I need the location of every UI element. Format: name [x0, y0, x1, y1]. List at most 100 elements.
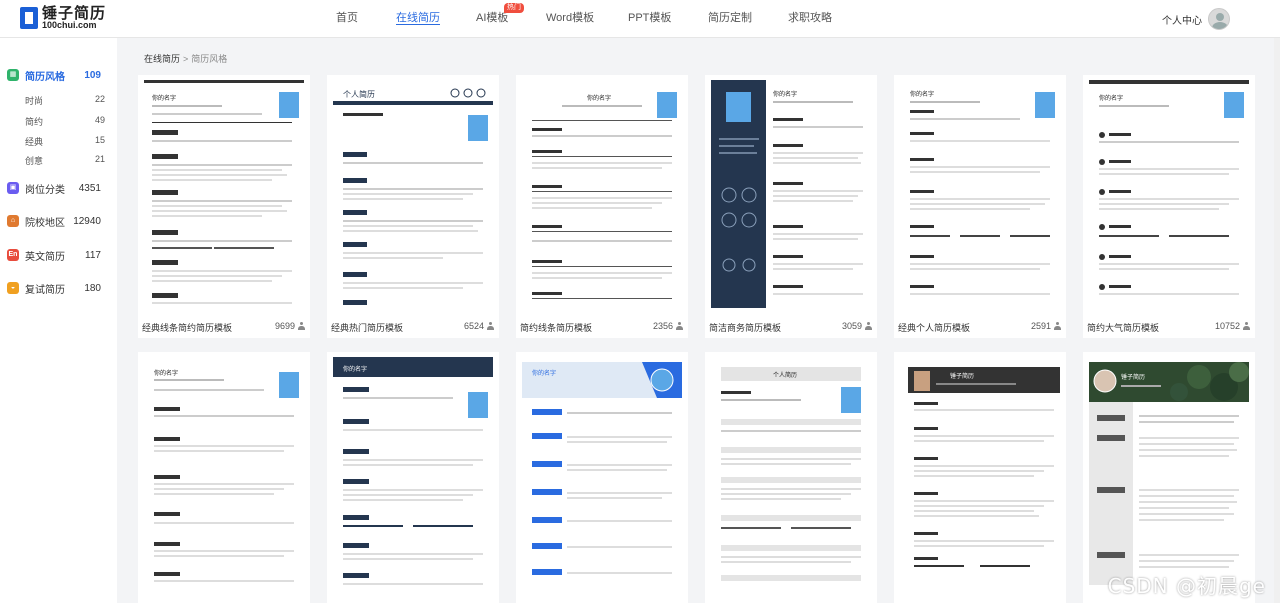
nav-job-tips[interactable]: 求职攻略 — [788, 0, 858, 38]
hot-badge: 热门 — [504, 3, 524, 13]
watermark-text: CSDN @初晨ge — [1107, 574, 1266, 598]
subcategory-creative[interactable]: 创意 21 — [25, 154, 105, 167]
template-card[interactable]: 锤子简历 — [1083, 352, 1255, 603]
thumb-name: 你的名字 — [587, 94, 611, 102]
category-count: 180 — [84, 282, 101, 294]
user-center-label: 个人中心 — [1162, 15, 1202, 27]
use-count: 6524 — [464, 321, 494, 331]
breadcrumb: 在线简历 > 简历风格 — [144, 52, 227, 65]
template-card[interactable]: 锤子简历 — [894, 352, 1066, 603]
template-thumbnail[interactable]: 你的名字 — [144, 357, 304, 585]
category-job[interactable]: ▣ 岗位分类 4351 — [0, 178, 117, 198]
template-thumbnail[interactable]: 锤子简历 — [900, 357, 1060, 585]
logo-domain: 100chui.com — [42, 20, 97, 30]
template-title[interactable]: 经典线条简约简历模板 — [142, 321, 232, 334]
user-center[interactable]: 个人中心 — [1162, 8, 1230, 30]
template-thumbnail[interactable]: 你的名字 — [333, 357, 493, 585]
use-count: 10752 — [1215, 321, 1250, 331]
logo-name: 锤子简历 — [42, 5, 107, 22]
template-card[interactable]: 个人简历 — [705, 352, 877, 603]
template-thumbnail[interactable]: 你的名字 — [144, 80, 304, 308]
template-thumbnail[interactable]: 个人简历 — [333, 80, 493, 308]
category-count: 12940 — [73, 215, 101, 227]
category-interview[interactable]: ◒ 复试简历 180 — [0, 278, 117, 298]
template-title[interactable]: 简约线条简历模板 — [520, 321, 592, 334]
thumb-name: 锤子简历 — [1121, 373, 1145, 381]
thumb-name: 个人简历 — [343, 89, 375, 99]
category-label: 复试简历 — [25, 284, 65, 296]
template-title[interactable]: 经典热门简历模板 — [331, 321, 403, 334]
template-card[interactable]: 你的名字 — [327, 352, 499, 603]
template-card[interactable]: 个人简历 经典热门简历模板 6524 — [327, 75, 499, 338]
thumb-name: 你的名字 — [154, 369, 178, 377]
template-title[interactable]: 简洁商务简历模板 — [709, 321, 781, 334]
person-icon — [1243, 322, 1250, 330]
breadcrumb-current: 简历风格 — [191, 54, 228, 64]
category-label: 简历风格 — [25, 71, 65, 83]
briefcase-icon: ▣ — [7, 182, 19, 194]
category-count: 4351 — [78, 182, 101, 194]
template-thumbnail[interactable]: 你的名字 — [522, 80, 682, 308]
person-icon — [298, 322, 305, 330]
nav-custom-resume[interactable]: 简历定制 — [708, 0, 788, 38]
avatar[interactable] — [1208, 8, 1230, 30]
subcategory-fashion[interactable]: 时尚 22 — [25, 94, 105, 107]
thumb-name: 你的名字 — [773, 90, 797, 98]
top-header: 锤子简历 100chui.com 首页 在线简历 AI模板 热门 Word模板 P… — [0, 0, 1280, 38]
thumb-name: 你的名字 — [910, 90, 934, 98]
scrollbar[interactable] — [1274, 38, 1280, 603]
breadcrumb-separator: > — [183, 54, 189, 64]
category-label: 院校地区 — [25, 217, 65, 229]
thumb-name: 你的名字 — [343, 365, 367, 373]
grid-icon: ▦ — [7, 69, 19, 81]
nav-online-resume[interactable]: 在线简历 — [396, 0, 476, 38]
category-label: 岗位分类 — [25, 184, 65, 196]
template-card[interactable]: 你的名字 简洁商务简历模板 3059 — [705, 75, 877, 338]
nav-ai-templates[interactable]: AI模板 热门 — [476, 0, 546, 38]
thumb-name: 锤子简历 — [950, 372, 974, 380]
template-thumbnail[interactable]: 你的名字 — [1089, 80, 1249, 308]
thumb-name: 你的名字 — [532, 369, 556, 377]
person-icon — [865, 322, 872, 330]
subcategory-simple[interactable]: 简约 49 — [25, 115, 105, 128]
thumb-name: 你的名字 — [1099, 94, 1123, 102]
template-title[interactable]: 经典个人简历模板 — [898, 321, 970, 334]
en-icon: En — [7, 249, 19, 261]
use-count: 2591 — [1031, 321, 1061, 331]
template-title[interactable]: 简约大气简历模板 — [1087, 321, 1159, 334]
logo-icon — [20, 7, 38, 29]
thumb-name: 个人简历 — [773, 371, 797, 379]
school-icon: ⌂ — [7, 215, 19, 227]
breadcrumb-root[interactable]: 在线简历 — [144, 54, 180, 64]
template-card[interactable]: 你的名字 简约大气简历模板 10752 — [1083, 75, 1255, 338]
template-card[interactable]: 你的名字 — [516, 352, 688, 603]
template-card[interactable]: 你的名字 — [138, 352, 310, 603]
nav-word-templates[interactable]: Word模板 — [546, 0, 628, 38]
template-thumbnail[interactable]: 你的名字 — [522, 357, 682, 585]
template-card[interactable]: 你的名字 简约线条简历模板 2356 — [516, 75, 688, 338]
nav-home[interactable]: 首页 — [336, 0, 396, 38]
template-card[interactable]: 你的名字 经典线条简约简历模板 9699 — [138, 75, 310, 338]
nav-ppt-templates[interactable]: PPT模板 — [628, 0, 708, 38]
template-card[interactable]: 你的名字 经典个人简历模板 2591 — [894, 75, 1066, 338]
thumb-name: 你的名字 — [152, 94, 176, 102]
use-count: 9699 — [275, 321, 305, 331]
category-style[interactable]: ▦ 简历风格 109 — [0, 65, 117, 85]
use-count: 2356 — [653, 321, 683, 331]
category-english[interactable]: En 英文简历 117 — [0, 245, 117, 265]
cloche-icon: ◒ — [7, 282, 19, 294]
category-sidebar: ▦ 简历风格 109 时尚 22 简约 49 经典 15 创意 21 ▣ 岗位分类 43… — [0, 38, 117, 603]
template-thumbnail[interactable]: 个人简历 — [711, 357, 871, 585]
main-nav: 首页 在线简历 AI模板 热门 Word模板 PPT模板 简历定制 求职攻略 — [322, 0, 858, 38]
template-thumbnail[interactable]: 你的名字 — [711, 80, 871, 308]
subcategory-classic[interactable]: 经典 15 — [25, 135, 105, 148]
category-school[interactable]: ⌂ 院校地区 12940 — [0, 211, 117, 231]
use-count: 3059 — [842, 321, 872, 331]
person-icon — [1054, 322, 1061, 330]
category-count: 109 — [84, 69, 101, 81]
site-logo[interactable]: 锤子简历 100chui.com — [20, 6, 106, 30]
person-icon — [676, 322, 683, 330]
template-thumbnail[interactable]: 锤子简历 — [1089, 357, 1249, 585]
category-label: 英文简历 — [25, 251, 65, 263]
template-thumbnail[interactable]: 你的名字 — [900, 80, 1060, 308]
